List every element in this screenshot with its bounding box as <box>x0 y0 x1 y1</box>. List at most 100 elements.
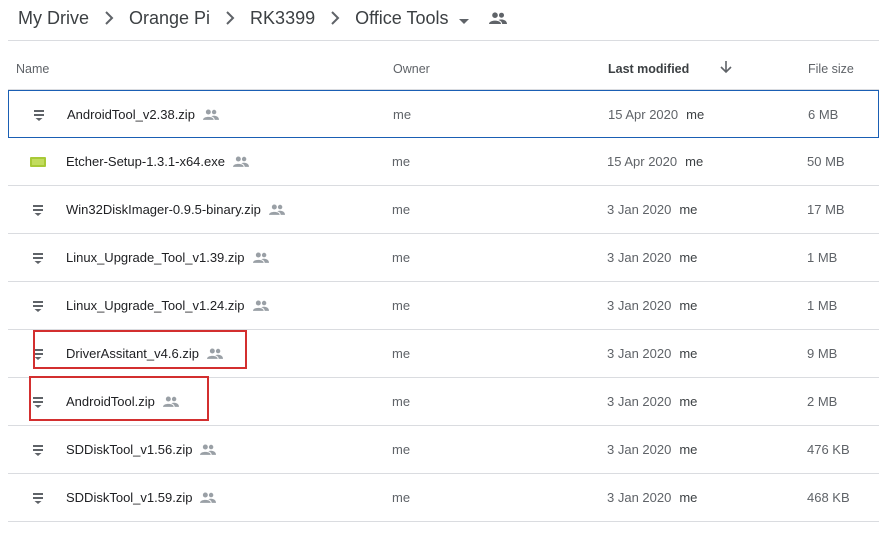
file-last-modified: 3 Jan 2020 me <box>607 426 697 473</box>
file-owner: me <box>392 250 411 265</box>
file-name-label: Linux_Upgrade_Tool_v1.39.zip <box>66 250 245 265</box>
breadcrumb-current-folder[interactable]: Office Tools <box>355 7 469 30</box>
file-last-modified: 3 Jan 2020 me <box>607 330 697 377</box>
sort-descending-icon[interactable] <box>720 60 732 77</box>
file-name-label: AndroidTool_v2.38.zip <box>67 107 195 122</box>
modified-date: 3 Jan 2020 <box>607 346 672 361</box>
file-last-modified: 3 Jan 2020 me <box>607 234 697 281</box>
modified-date: 3 Jan 2020 <box>607 394 672 409</box>
modified-date: 3 Jan 2020 <box>607 202 672 217</box>
column-header-last-modified[interactable]: Last modified <box>608 62 689 76</box>
file-last-modified: 3 Jan 2020 me <box>607 186 697 233</box>
file-last-modified: 3 Jan 2020 me <box>607 282 697 329</box>
chevron-right-icon <box>210 11 250 25</box>
shared-icon <box>162 396 179 407</box>
table-row[interactable]: Linux_Upgrade_Tool_v1.24.zip me 3 Jan 2020… <box>8 282 879 330</box>
file-size: 50 MB <box>807 154 845 169</box>
column-header-name[interactable]: Name <box>16 62 49 76</box>
modified-date: 15 Apr 2020 <box>607 154 678 169</box>
column-header-file-size[interactable]: File size <box>808 62 854 76</box>
zip-icon <box>30 474 46 521</box>
file-size: 6 MB <box>808 107 839 122</box>
file-last-modified: 3 Jan 2020 me <box>607 474 697 521</box>
modified-by: me <box>679 394 698 409</box>
dropdown-arrow-icon[interactable] <box>458 9 469 30</box>
table-row[interactable]: Linux_Upgrade_Tool_v1.39.zip me 3 Jan 2020… <box>8 234 879 282</box>
shared-icon <box>252 252 269 263</box>
file-owner: me <box>392 202 411 217</box>
file-size: 1 MB <box>807 250 838 265</box>
breadcrumb: My Drive Orange Pi RK3399 Office Tools <box>18 0 507 36</box>
shared-folder-icon[interactable] <box>488 12 507 24</box>
chevron-right-icon <box>315 11 355 25</box>
file-name-label: SDDiskTool_v1.56.zip <box>66 442 193 457</box>
modified-by: me <box>679 442 698 457</box>
table-row[interactable]: SDDiskTool_v1.56.zip me 3 Jan 2020 me 476 KB <box>8 426 879 474</box>
modified-date: 3 Jan 2020 <box>607 490 672 505</box>
table-row[interactable]: DriverAssitant_v4.6.zip me 3 Jan 2020 me 9 M… <box>8 330 879 378</box>
file-size: 476 KB <box>807 442 850 457</box>
zip-icon <box>30 282 46 329</box>
column-header-owner[interactable]: Owner <box>393 62 430 76</box>
table-row[interactable]: Etcher-Setup-1.3.1-x64.exe me 15 Apr 2020 m… <box>8 138 879 186</box>
file-name-label: SDDiskTool_v1.59.zip <box>66 490 193 505</box>
file-size: 17 MB <box>807 202 845 217</box>
modified-date: 3 Jan 2020 <box>607 442 672 457</box>
file-name[interactable]: AndroidTool_v2.38.zip <box>67 91 219 138</box>
zip-icon <box>30 234 46 281</box>
file-owner: me <box>393 107 412 122</box>
file-owner: me <box>392 154 411 169</box>
file-name-label: Win32DiskImager-0.9.5-binary.zip <box>66 202 261 217</box>
table-row[interactable]: AndroidTool.zip me 3 Jan 2020 me 2 MB <box>8 378 879 426</box>
file-size: 468 KB <box>807 490 850 505</box>
file-name-label: Etcher-Setup-1.3.1-x64.exe <box>66 154 225 169</box>
file-owner: me <box>392 298 411 313</box>
breadcrumb-rk3399[interactable]: RK3399 <box>250 8 315 29</box>
table-header: Name Owner Last modified File size <box>8 48 879 90</box>
file-owner: me <box>392 490 411 505</box>
breadcrumb-orange-pi[interactable]: Orange Pi <box>129 8 210 29</box>
chevron-right-icon <box>89 11 129 25</box>
table-row[interactable]: AndroidTool_v2.38.zip me 15 Apr 2020 me 6 MB <box>8 90 879 138</box>
breadcrumb-my-drive[interactable]: My Drive <box>18 8 89 29</box>
zip-icon <box>30 426 46 473</box>
modified-by: me <box>679 346 698 361</box>
file-name[interactable]: AndroidTool.zip <box>66 378 179 425</box>
shared-icon <box>232 156 249 167</box>
file-name[interactable]: Etcher-Setup-1.3.1-x64.exe <box>66 138 249 185</box>
file-last-modified: 15 Apr 2020 me <box>608 91 704 138</box>
table-row[interactable]: Win32DiskImager-0.9.5-binary.zip me 3 Jan … <box>8 186 879 234</box>
shared-icon <box>252 300 269 311</box>
file-size: 9 MB <box>807 346 838 361</box>
modified-by: me <box>679 250 698 265</box>
zip-icon <box>30 186 46 233</box>
file-name[interactable]: Linux_Upgrade_Tool_v1.24.zip <box>66 282 269 329</box>
file-last-modified: 15 Apr 2020 me <box>607 138 703 185</box>
file-name[interactable]: SDDiskTool_v1.59.zip <box>66 474 217 521</box>
zip-icon <box>31 91 47 138</box>
divider <box>8 40 879 41</box>
modified-date: 3 Jan 2020 <box>607 250 672 265</box>
shared-icon <box>200 444 217 455</box>
shared-icon <box>206 348 223 359</box>
file-name[interactable]: Linux_Upgrade_Tool_v1.39.zip <box>66 234 269 281</box>
modified-by: me <box>686 107 705 122</box>
file-owner: me <box>392 394 411 409</box>
file-last-modified: 3 Jan 2020 me <box>607 378 697 425</box>
modified-by: me <box>685 154 704 169</box>
file-list: AndroidTool_v2.38.zip me 15 Apr 2020 me 6 MB… <box>8 90 879 522</box>
current-folder-label: Office Tools <box>355 7 449 28</box>
zip-icon <box>30 378 46 425</box>
file-name[interactable]: DriverAssitant_v4.6.zip <box>66 330 223 377</box>
modified-by: me <box>679 490 698 505</box>
file-size: 1 MB <box>807 298 838 313</box>
shared-icon <box>202 109 219 120</box>
exe-icon <box>30 138 46 185</box>
modified-date: 3 Jan 2020 <box>607 298 672 313</box>
modified-by: me <box>679 298 698 313</box>
zip-icon <box>30 330 46 377</box>
file-name[interactable]: SDDiskTool_v1.56.zip <box>66 426 217 473</box>
shared-icon <box>268 204 285 215</box>
file-name[interactable]: Win32DiskImager-0.9.5-binary.zip <box>66 186 285 233</box>
table-row[interactable]: SDDiskTool_v1.59.zip me 3 Jan 2020 me 468 KB <box>8 474 879 522</box>
